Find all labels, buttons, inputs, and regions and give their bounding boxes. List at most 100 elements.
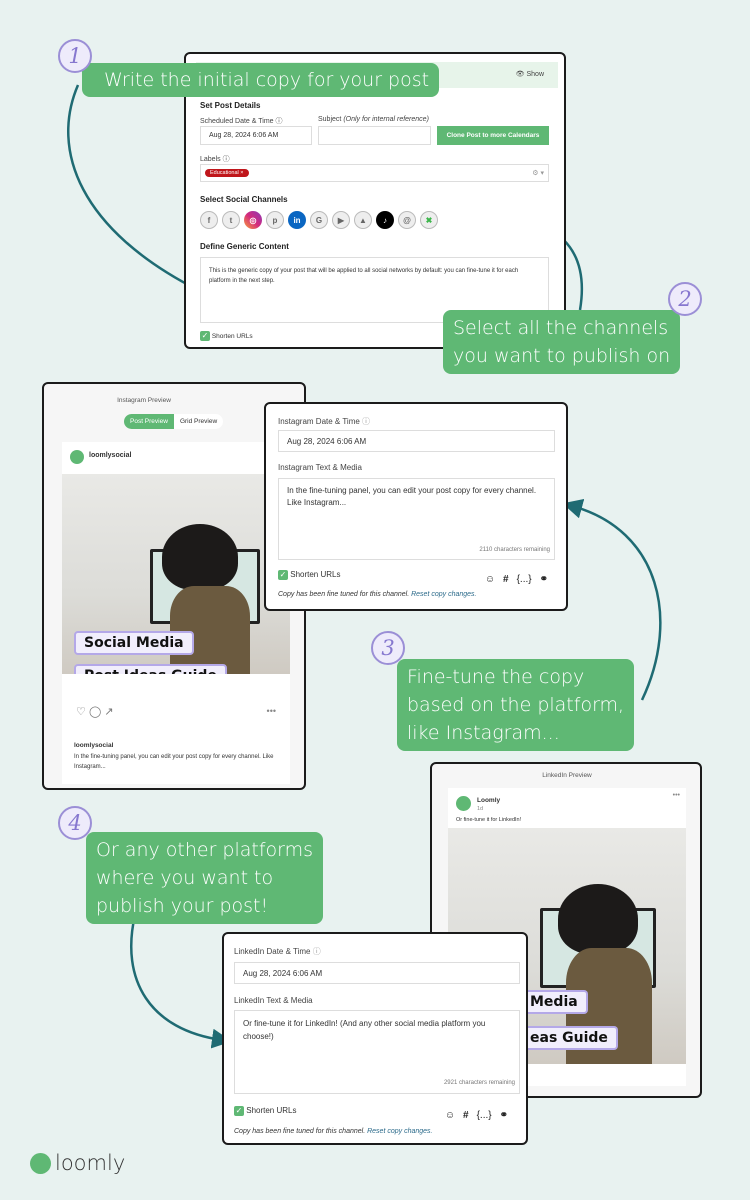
li-date-label: LinkedIn Date & Time ⓘ — [234, 947, 321, 956]
ig-fine-tune-note: Copy has been fine tuned for this channe… — [278, 591, 477, 598]
channel-pinterest-icon[interactable]: p — [266, 211, 284, 229]
clone-post-button[interactable]: Clone Post to more Calendars — [437, 126, 549, 145]
ig-char-count: 2110 characters remaining — [479, 547, 550, 553]
section-title: Set Post Details — [200, 101, 261, 110]
ig-shorten-urls-checkbox[interactable]: ✓ Shorten URLs — [278, 570, 340, 580]
loomly-wordmark: loomly — [55, 1151, 126, 1175]
date-label: Scheduled Date & Time ⓘ — [200, 118, 283, 125]
li-text-textarea[interactable]: Or fine-tune it for LinkedIn! (And any o… — [234, 1010, 520, 1094]
li-preview-title: LinkedIn Preview — [542, 772, 592, 779]
account-name: loomlysocial — [89, 452, 132, 459]
li-account-name: Loomly — [477, 797, 501, 804]
ig-reset-link[interactable]: Reset copy changes. — [411, 591, 476, 598]
image-tag-2: Post Ideas Guide — [74, 664, 227, 674]
comment-icon[interactable]: ◯ — [89, 706, 101, 718]
ig-text-label: Instagram Text & Media — [278, 463, 362, 472]
heart-icon[interactable]: ♡ — [76, 706, 86, 718]
li-more-icon[interactable]: ••• — [673, 792, 680, 799]
shorten-urls-checkbox[interactable]: ✓ Shorten URLs — [200, 331, 253, 341]
arrow-step4 — [130, 914, 232, 1049]
date-input[interactable]: Aug 28, 2024 6:06 AM — [200, 126, 312, 145]
li-date-input[interactable]: Aug 28, 2024 6:06 AM — [234, 962, 520, 984]
check-icon: ✓ — [234, 1106, 244, 1116]
step-4-badge: 4 — [58, 806, 92, 840]
link-icon[interactable]: ⚭ — [540, 574, 548, 585]
labels-input[interactable]: Educational × ⚙ ▾ — [200, 164, 549, 182]
emoji-icon[interactable]: ☺ — [485, 574, 495, 585]
channel-tiktok-icon[interactable]: ♪ — [376, 211, 394, 229]
step-4-callout: Or any other platforms where you want to p… — [86, 832, 324, 924]
li-image-tag-2: eas Guide — [522, 1026, 618, 1050]
subject-label: Subject (Only for internal reference) — [318, 116, 429, 123]
step-3-badge: 3 — [371, 631, 405, 665]
tab-post-preview[interactable]: Post Preview — [124, 414, 174, 429]
check-icon: ✓ — [200, 331, 210, 341]
show-toggle[interactable]: 👁 Show — [516, 70, 544, 78]
loomly-logo: loomly — [30, 1151, 125, 1175]
channel-twitter-icon[interactable]: t — [222, 211, 240, 229]
subject-input[interactable] — [318, 126, 431, 145]
hashtag-icon[interactable]: # — [503, 574, 509, 585]
eye-icon: 👁 — [515, 71, 527, 78]
variables-icon[interactable]: {...} — [517, 574, 532, 585]
hashtag-icon[interactable]: # — [463, 1110, 469, 1121]
label-tag[interactable]: Educational × — [205, 169, 249, 177]
post-image: Social Media Post Ideas Guide — [62, 474, 290, 674]
li-post-text: Or fine-tune it for LinkedIn! — [456, 817, 522, 823]
more-icon[interactable]: ••• — [267, 706, 276, 716]
channel-facebook-icon[interactable]: f — [200, 211, 218, 229]
channel-youtube-icon[interactable]: ▶ — [332, 211, 350, 229]
channel-instagram-icon[interactable]: ◎ — [244, 211, 262, 229]
check-icon: ✓ — [278, 570, 288, 580]
step-2-callout: Select all the channels you want to publi… — [443, 310, 681, 374]
caption-account: loomlysocial — [74, 742, 114, 749]
caption-text: In the fine-tuning panel, you can edit y… — [74, 754, 274, 770]
li-char-count: 2921 characters remaining — [443, 1080, 515, 1086]
li-shorten-urls-checkbox[interactable]: ✓ Shorten URLs — [234, 1106, 296, 1116]
post-actions: ♡ ◯ ↗ — [76, 705, 114, 718]
variables-icon[interactable]: {...} — [477, 1110, 492, 1121]
ig-post-card: loomlysocial Social Media Post Ideas Gui… — [62, 442, 290, 784]
channel-list: f t ◎ p in G ▶ ▲ ♪ @ ✖ — [200, 211, 442, 229]
step-1-callout: Write the initial copy for your post — [82, 63, 440, 97]
step-2-badge: 2 — [668, 282, 702, 316]
linkedin-editor-panel: LinkedIn Date & Time ⓘ Aug 28, 2024 6:06… — [222, 932, 528, 1145]
labels-label: Labels ⓘ — [200, 156, 230, 163]
loomly-logo-icon — [30, 1152, 51, 1174]
step-1-badge: 1 — [58, 39, 92, 73]
preview-tabs: Post Preview Grid Preview — [124, 414, 224, 429]
info-icon: ⓘ — [312, 947, 321, 956]
ig-text-textarea[interactable]: In the fine-tuning panel, you can edit y… — [278, 478, 555, 560]
step-3-callout: Fine-tune the copy based on the platform,… — [397, 659, 635, 751]
ig-date-label: Instagram Date & Time ⓘ — [278, 417, 371, 426]
avatar — [70, 450, 84, 464]
arrow-step1 — [67, 84, 207, 295]
info-icon: ⓘ — [275, 118, 283, 125]
li-post-time: 1d — [477, 806, 484, 812]
li-image-tag-1: Media — [522, 990, 588, 1014]
share-icon[interactable]: ↗ — [104, 706, 113, 718]
link-icon[interactable]: ⚭ — [500, 1110, 508, 1121]
image-tag-1: Social Media — [74, 631, 194, 655]
ig-editor-toolbar: ☺ # {...} ⚭ — [477, 569, 548, 587]
channel-google-business-icon[interactable]: G — [310, 211, 328, 229]
channel-snapchat-icon[interactable]: ▲ — [354, 211, 372, 229]
li-avatar — [456, 796, 471, 811]
info-icon: ⓘ — [222, 156, 230, 163]
channel-linkedin-icon[interactable]: in — [288, 211, 306, 229]
content-title: Define Generic Content — [200, 242, 289, 251]
preview-title: Instagram Preview — [117, 397, 171, 404]
tab-grid-preview[interactable]: Grid Preview — [173, 414, 224, 429]
li-editor-toolbar: ☺ # {...} ⚭ — [437, 1105, 508, 1123]
li-fine-tune-note: Copy has been fine tuned for this channe… — [234, 1128, 433, 1135]
channels-title: Select Social Channels — [200, 195, 288, 204]
li-text-label: LinkedIn Text & Media — [234, 996, 313, 1005]
channel-threads-icon[interactable]: @ — [398, 211, 416, 229]
ig-date-input[interactable]: Aug 28, 2024 6:06 AM — [278, 430, 555, 452]
emoji-icon[interactable]: ☺ — [445, 1110, 455, 1121]
instagram-editor-panel: Instagram Date & Time ⓘ Aug 28, 2024 6:0… — [264, 402, 568, 611]
info-icon: ⓘ — [362, 417, 371, 426]
settings-dropdown-icon[interactable]: ⚙ ▾ — [532, 169, 544, 177]
li-reset-link[interactable]: Reset copy changes. — [367, 1128, 432, 1135]
channel-custom-icon[interactable]: ✖ — [420, 211, 438, 229]
